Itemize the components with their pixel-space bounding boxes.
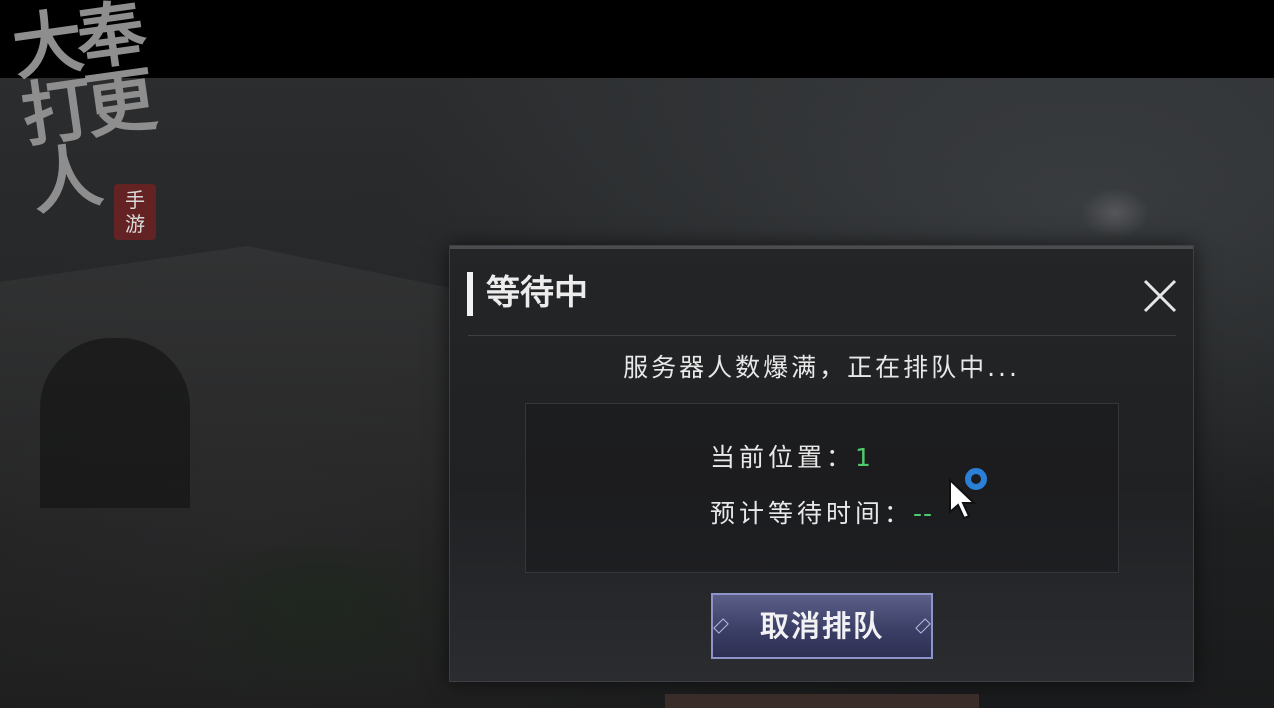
background-moon: [1080, 188, 1150, 238]
wait-time-row: 预计等待时间：--: [710, 497, 933, 531]
queue-info-panel: 当前位置：1 预计等待时间：--: [525, 403, 1119, 573]
queue-position-label: 当前位置：: [710, 443, 856, 472]
title-marker: [467, 272, 473, 316]
dialog-title: 等待中: [486, 273, 588, 313]
close-button[interactable]: [1140, 276, 1180, 316]
wait-time-label: 预计等待时间：: [710, 499, 914, 528]
queue-message: 服务器人数爆满，正在排队中...: [623, 353, 1020, 382]
dialog-top-border: [450, 246, 1193, 249]
button-ornament-left: [713, 618, 729, 634]
close-icon: [1143, 279, 1177, 313]
wait-time-value: --: [913, 499, 934, 528]
game-screen: 大奉打更人 手游 等待中 服务器人数爆满，正在排队中... 当前位置：1 预计等…: [0, 0, 1274, 708]
button-ornament-right: [915, 618, 931, 634]
queue-position-value: 1: [855, 443, 872, 472]
queue-dialog: 等待中 服务器人数爆满，正在排队中... 当前位置：1 预计等待时间：-- 取消…: [449, 245, 1194, 682]
game-logo: 大奉打更人 手游: [7, 0, 208, 296]
background-tree: [150, 548, 490, 708]
logo-seal: 手游: [114, 184, 156, 240]
queue-position-row: 当前位置：1: [710, 441, 872, 475]
bottom-strip: [665, 694, 979, 708]
cancel-queue-label: 取消排队: [759, 609, 884, 643]
background-gate: [40, 338, 190, 508]
mouse-cursor-icon: [949, 478, 977, 520]
title-divider: [468, 335, 1176, 336]
cancel-queue-button[interactable]: 取消排队: [711, 593, 933, 659]
